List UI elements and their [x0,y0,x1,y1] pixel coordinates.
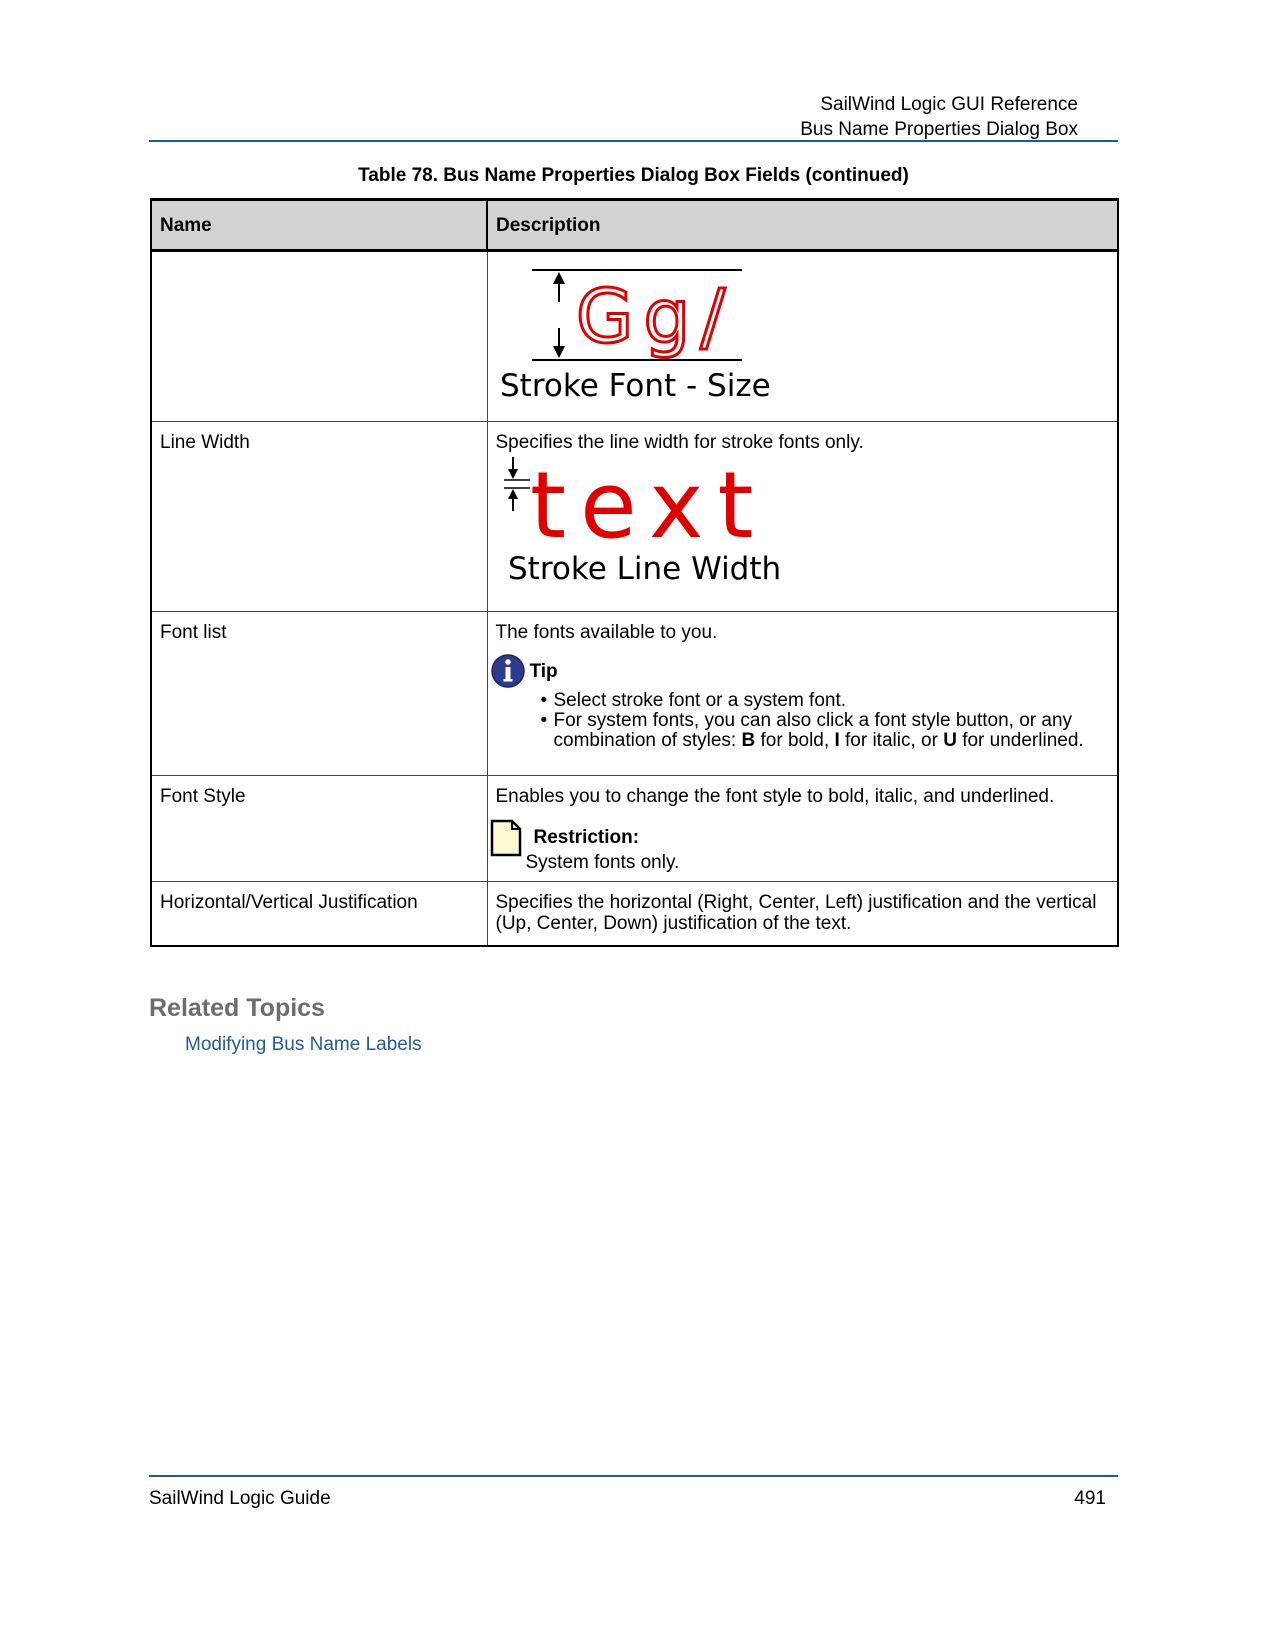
fields-table: Name Description Gg/ Stroke Font - Size … [150,198,1119,947]
restriction-title: Restriction: [533,827,640,848]
figure-label: Stroke Line Width [508,551,781,587]
field-description: Enables you to change the font style to … [486,775,1119,882]
field-description: The fonts available to you. Tip Select s… [486,611,1119,776]
list-item: Select stroke font or a system font. [541,691,1110,712]
page-number: 491 [1074,1488,1106,1509]
header-chapter: SailWind Logic GUI Reference [820,94,1078,115]
stroke-glyphs: Gg/ [576,274,735,360]
restriction-box: Restriction: System fonts only. [490,819,1110,873]
info-icon [490,654,525,688]
up-arrow-icon [552,272,565,302]
tip-title: Tip [529,660,558,682]
field-description: Specifies the line width for stroke font… [486,421,1119,612]
figure-label: Stroke Font - Size [500,368,771,404]
field-name [150,250,488,422]
table-caption: Table 78. Bus Name Properties Dialog Box… [358,165,909,186]
description-text: Enables you to change the font style to … [495,786,1055,807]
related-topics-heading: Related Topics [149,994,325,1022]
footer-rule [149,1475,1118,1477]
column-header-name: Name [150,198,488,252]
footer-title: SailWind Logic Guide [149,1488,331,1509]
field-name: Font Style [150,775,488,882]
field-name: Font list [150,611,488,776]
note-icon [490,819,521,857]
up-arrow-icon [507,489,518,511]
description-text: Specifies the line width for stroke font… [495,432,864,453]
table-row: Gg/ Stroke Font - Size [150,250,1119,422]
field-name: Line Width [150,421,488,612]
stroke-line-width-figure: text Stroke Line Width [503,455,781,587]
field-name: Horizontal/Vertical Justification [150,881,488,947]
field-description: Gg/ Stroke Font - Size [486,250,1119,422]
tip-box: Tip Select stroke font or a system font.… [490,653,1110,751]
related-topic-link[interactable]: Modifying Bus Name Labels [185,1034,422,1056]
header-section: Bus Name Properties Dialog Box [800,119,1078,140]
table-row: Horizontal/Vertical Justification Specif… [150,881,1119,947]
stroke-font-size-figure: Gg/ Stroke Font - Size [500,269,771,404]
field-description: Specifies the horizontal (Right, Center,… [486,881,1119,947]
stroke-glyphs: text [530,455,768,559]
tip-list: Select stroke font or a system font. For… [541,691,1110,751]
table-row: Line Width Specifies the line width for … [150,421,1119,612]
down-arrow-icon [507,457,518,479]
header-rule [149,140,1118,142]
table-row: Font Style Enables you to change the fon… [150,775,1119,882]
table-header-row: Name Description [150,198,1119,252]
running-header: SailWind Logic GUI Reference Bus Name Pr… [800,92,1078,142]
list-item: For system fonts, you can also click a f… [541,711,1110,751]
column-header-description: Description [486,198,1119,252]
down-arrow-icon [552,328,565,358]
description-text: The fonts available to you. [495,622,718,643]
table-row: Font list The fonts available to you. Ti… [150,611,1119,776]
restriction-body: System fonts only. [525,852,680,873]
